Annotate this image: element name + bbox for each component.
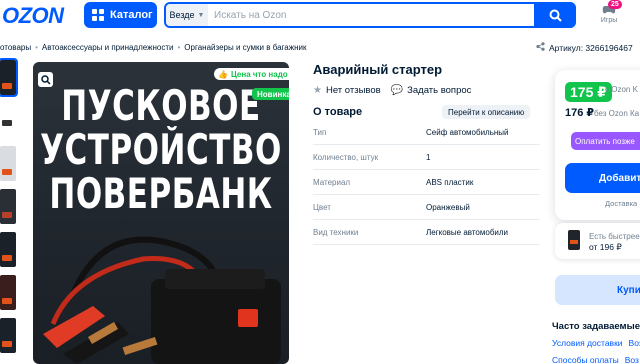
faq-links: Условия доставки Воз Способы оплаты Воз <box>552 338 640 364</box>
chat-icon: 💬 <box>390 85 404 96</box>
spec-row: Цвет Оранжевый <box>313 195 540 220</box>
regular-price-note: без Ozon Ка <box>594 109 640 118</box>
search-button[interactable] <box>534 2 576 28</box>
go-to-description-label: Перейти к описанию <box>448 107 525 117</box>
thumbnail[interactable] <box>0 103 16 138</box>
jump-starter-illustration <box>43 236 281 364</box>
product-actions: ★ Нет отзывов 💬 Задать вопрос <box>313 85 481 96</box>
chevron-down-icon: ▼ <box>197 11 205 19</box>
faq-link[interactable]: Условия доставки <box>552 338 623 355</box>
faster-offer-price: от 196 ₽ <box>589 242 622 252</box>
spec-value: Легковые автомобили <box>426 227 509 237</box>
image-title-line: УСТРОЙСТВО <box>40 126 282 175</box>
spec-key: Тип <box>313 127 327 137</box>
catalog-label: Каталог <box>110 9 153 21</box>
search-scope-select[interactable]: Везде ▼ <box>166 4 208 26</box>
star-icon: ★ <box>313 85 322 96</box>
thumbnail[interactable] <box>0 275 16 310</box>
pay-later-button[interactable]: Оплатить позже <box>571 132 640 150</box>
regular-price: 176 ₽ <box>565 107 595 119</box>
delivery-label: Доставка <box>605 199 638 208</box>
share-icon <box>536 42 545 53</box>
add-to-cart-label: Добавить <box>599 172 640 184</box>
article-number[interactable]: Артикул: 3266196467 <box>536 42 633 53</box>
spec-value: ABS пластик <box>426 177 474 187</box>
spec-value: Сейф автомобильный <box>426 127 509 137</box>
games-link[interactable]: 25 Игры <box>594 0 624 30</box>
games-badge: 25 <box>608 0 622 9</box>
faq-link[interactable]: Воз <box>629 338 640 355</box>
spec-row: Количество, штук 1 <box>313 145 540 170</box>
go-to-description-button[interactable]: Перейти к описанию <box>442 105 531 119</box>
buy-now-button[interactable]: Купи <box>555 275 640 305</box>
thumb-up-icon: 👍 <box>218 69 228 79</box>
article-label: Артикул: 3266196467 <box>549 42 633 53</box>
spec-key: Цвет <box>313 202 331 212</box>
spec-key: Количество, штук <box>313 152 379 162</box>
search-input[interactable] <box>208 4 550 26</box>
spec-key: Материал <box>313 177 351 187</box>
breadcrumb-separator: • <box>177 43 181 52</box>
search-bar: Везде ▼ <box>164 2 576 28</box>
games-label: Игры <box>600 17 618 24</box>
thumbnail[interactable] <box>0 232 16 267</box>
product-title: Аварийный стартер <box>313 62 443 77</box>
buy-box: 175 ₽ c Ozon K 176 ₽ без Ozon Ка Оплатит… <box>555 70 640 220</box>
header: OZON Каталог Везде ▼ 25 Игры <box>0 0 640 32</box>
ozon-logo[interactable]: OZON <box>2 3 64 29</box>
spec-row: Материал ABS пластик <box>313 170 540 195</box>
spec-row: Тип Сейф автомобильный <box>313 120 540 145</box>
offer-thumbnail <box>568 230 580 250</box>
faq-row: Способы оплаты Воз <box>552 355 640 364</box>
breadcrumb-separator: • <box>35 43 38 52</box>
reviews-link[interactable]: ★ Нет отзывов <box>313 85 381 96</box>
about-heading: О товаре <box>313 106 363 118</box>
image-search-icon[interactable] <box>38 72 53 87</box>
faster-offer-title: Есть быстрее <box>589 232 640 241</box>
product-image[interactable]: ПУСКОВОЕ УСТРОЙСТВО ПОВЕРБАНК 👍 Цена что… <box>33 62 289 364</box>
faq-row: Условия доставки Воз <box>552 338 640 355</box>
spec-row: Вид техники Легковые автомобили <box>313 220 540 245</box>
faq-link[interactable]: Воз <box>625 355 639 364</box>
spec-value: Оранжевый <box>426 202 470 212</box>
faster-offer[interactable]: Есть быстрее от 196 ₽ <box>555 223 640 259</box>
price-tag-badge: 👍 Цена что надо <box>214 68 289 80</box>
spec-key: Вид техники <box>313 227 359 237</box>
image-title-line: ПУСКОВОЕ <box>61 82 261 131</box>
reviews-label: Нет отзывов <box>325 85 381 96</box>
search-icon <box>549 9 562 22</box>
ask-question-link[interactable]: 💬 Задать вопрос <box>391 85 472 96</box>
thumbnail[interactable] <box>0 189 16 224</box>
price-tag-label: Цена что надо <box>230 69 288 79</box>
breadcrumb-item[interactable]: отовары <box>0 43 31 55</box>
faq-heading: Часто задаваемые в <box>552 321 640 332</box>
thumbnail[interactable] <box>0 58 18 97</box>
thumbnail-list <box>0 58 18 361</box>
thumbnail[interactable] <box>0 318 16 353</box>
thumbnail[interactable] <box>0 146 16 181</box>
search-scope-label: Везде <box>169 10 195 20</box>
image-title-line: ПОВЕРБАНК <box>49 170 273 219</box>
grid-icon <box>92 9 104 21</box>
product-page: OZON Каталог Везде ▼ 25 Игры <box>0 0 640 364</box>
spec-table: Тип Сейф автомобильный Количество, штук 1 … <box>313 120 540 245</box>
faq-link[interactable]: Способы оплаты <box>552 355 619 364</box>
catalog-button[interactable]: Каталог <box>84 2 157 28</box>
ask-question-label: Задать вопрос <box>407 85 472 96</box>
pay-later-label: Оплатить позже <box>575 136 635 146</box>
new-badge: Новинка <box>252 88 289 100</box>
buy-now-label: Купи <box>617 284 640 296</box>
breadcrumb-item[interactable]: Автоаксессуары и принадлежности <box>42 43 174 55</box>
breadcrumb: отовары • Автоаксессуары и принадлежност… <box>0 43 307 55</box>
spec-value: 1 <box>426 152 431 162</box>
card-price-note: c Ozon K <box>605 85 638 94</box>
add-to-cart-button[interactable]: Добавить <box>565 163 640 193</box>
breadcrumb-item[interactable]: Органайзеры и сумки в багажник <box>184 43 306 55</box>
